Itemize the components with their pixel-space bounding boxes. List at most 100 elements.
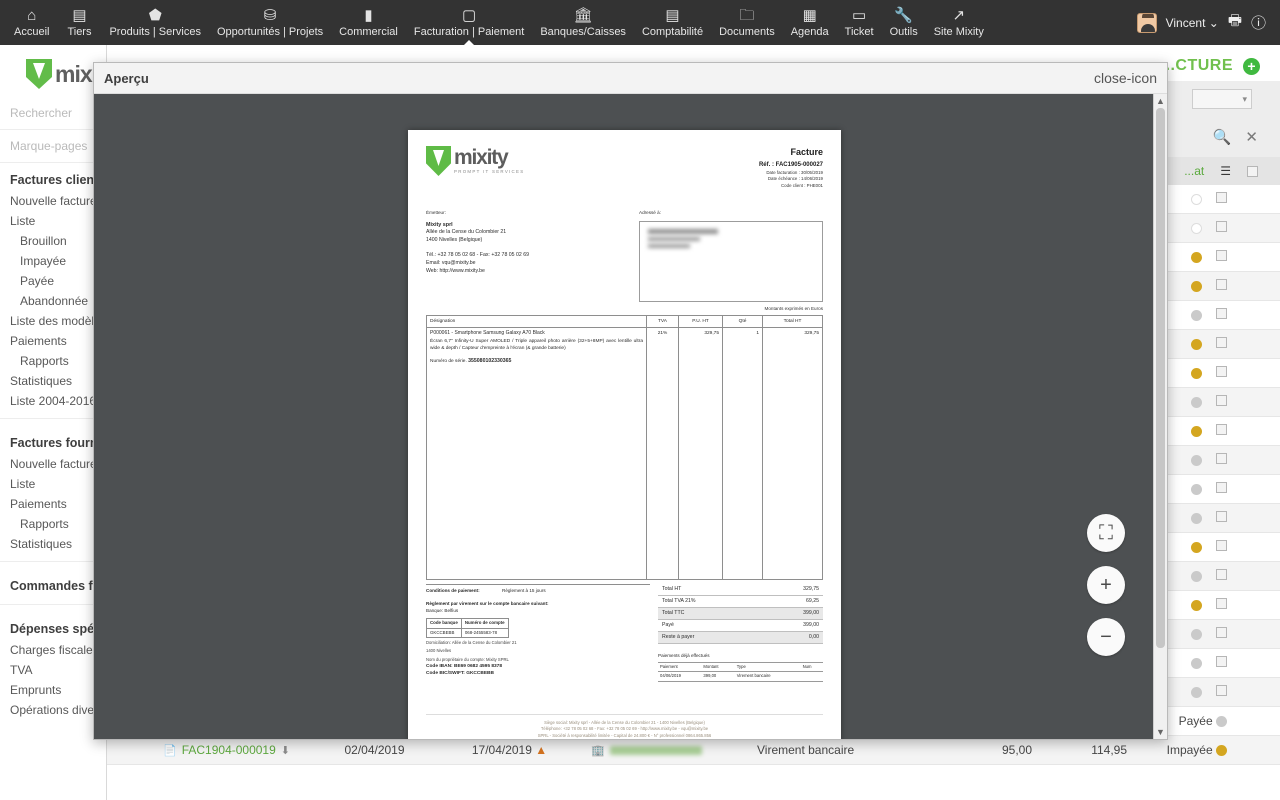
serial-label: Numéro de série.	[430, 359, 467, 364]
invoice-totals-block: Total HT329,75Total TVA 21%69,25Total TT…	[658, 584, 823, 681]
footer-line-1: Siège social: Mixity sprl - Allée de la …	[426, 720, 823, 727]
invoice-footer: Siège social: Mixity sprl - Allée de la …	[426, 714, 823, 739]
modal-title: Aperçu	[104, 71, 149, 86]
bank-domiciliation: Domiciliation: Allée de la Cense du Colo…	[426, 640, 650, 646]
invoice-date: Date facturation : 30/05/2019	[759, 170, 823, 177]
invoice-icon: ▢	[462, 8, 476, 23]
emitter-web: Web: http://www.mixity.be	[426, 268, 606, 276]
top-navigation-bar: ⌂Accueil ▤ Tiers ⬟Produits | Services⛁Oppor…	[0, 0, 1280, 45]
scrollbar-thumb[interactable]	[1156, 108, 1165, 648]
scroll-down-arrow[interactable]: ▼	[1156, 725, 1165, 739]
col-pu-ht: P.U. HT	[679, 316, 723, 328]
nav-item-label: Facturation | Paiement	[414, 26, 524, 38]
total-value: 399,00	[763, 620, 823, 632]
printer-icon[interactable]: 🖶	[1228, 10, 1242, 35]
scroll-up-arrow[interactable]: ▲	[1156, 94, 1165, 108]
total-label: Total TTC	[658, 608, 763, 620]
calendar-icon: ▦	[803, 8, 817, 23]
redacted-line	[648, 229, 718, 234]
total-label: Payé	[658, 620, 763, 632]
nav-item-facturation-paiement[interactable]: ▢ Facturation | Paiement	[406, 0, 532, 45]
help-icon[interactable]: ⓘ	[1251, 12, 1266, 33]
nav-item-produits-services[interactable]: ⬟Produits | Services	[101, 0, 209, 45]
invoice-reference: Réf. : FAC1905-000027	[759, 161, 823, 170]
emitter-address-line2: 1400 Nivelles (Belgique)	[426, 237, 606, 245]
avatar	[1137, 13, 1157, 33]
payments-table: PaiementMontantTypeNum 04/06/2019399,00V…	[658, 662, 823, 682]
footer-line-2: Téléphone: +32 78 05 02 68 - Fax: +32 78…	[426, 726, 823, 733]
nav-item-label: Commercial	[339, 26, 398, 38]
invoice-meta: Facture Réf. : FAC1905-000027 Date factu…	[759, 146, 823, 189]
line-item-serial: Numéro de série. 355080102330365	[430, 358, 643, 366]
line-item-qte: 1	[723, 328, 763, 580]
invoice-due-date: Date échéance : 14/06/2019	[759, 176, 823, 183]
nav-item-label: Site Mixity	[934, 26, 984, 38]
payment-num	[801, 672, 823, 681]
bank-iban: Code IBAN: BE69 0682 4595 8378	[426, 663, 650, 670]
invoice-client-code: Code client : PHE001	[759, 183, 823, 190]
total-value: 0,00	[763, 632, 823, 644]
nav-item-documents[interactable]: 🗀 Documents	[711, 0, 783, 45]
user-menu[interactable]: Vincent ⌄	[1166, 16, 1219, 30]
nav-item-comptabilit[interactable]: ▤Comptabilité	[634, 0, 711, 45]
total-row: Payé399,00	[658, 620, 823, 632]
nav-item-opportunit-s-projets[interactable]: ⛁Opportunités | Projets	[209, 0, 331, 45]
total-row: Total TTC399,00	[658, 608, 823, 620]
bank-bic: Code BIC/SWIFT: GKCCBEBB	[426, 670, 650, 677]
zoom-out-button[interactable]: −	[1087, 618, 1125, 656]
line-item-title: P000061 - Smartphone Samsung Galaxy A70 …	[430, 330, 643, 338]
line-item-row: P000061 - Smartphone Samsung Galaxy A70 …	[427, 328, 823, 580]
nav-item-banques-caisses[interactable]: 🏛Banques/Caisses	[532, 0, 634, 45]
invoice-document: mixity PROMPT IT SERVICES Facture Réf. :…	[408, 130, 841, 739]
bank-code-header: Code banque	[427, 618, 462, 628]
payment-conditions-block: Conditions de paiement: Règlement à 15 j…	[426, 584, 650, 681]
nav-item-label: Documents	[719, 26, 775, 38]
nav-item-site-mixity[interactable]: ↗Site Mixity	[926, 0, 992, 45]
viewer-zoom-tools: ⛶ + −	[1087, 514, 1125, 656]
line-item-tva: 21%	[647, 328, 679, 580]
building-icon: ▤	[72, 8, 86, 23]
payment-date: 04/06/2019	[658, 672, 701, 681]
emitter-name: Mixity sprl	[426, 221, 606, 229]
currency-note: Montants exprimés en Euros	[639, 306, 823, 313]
invoice-addressee: Adressé à: Montants exprimés en Euros	[639, 210, 823, 313]
payment-col-header: Num	[801, 663, 823, 672]
payment-col-header: Type	[735, 663, 801, 672]
serial-value: 355080102330365	[468, 358, 511, 364]
bank-domiciliation-city: 1400 Nivelles	[426, 648, 650, 654]
line-item-total-ht: 329,75	[763, 328, 823, 580]
invoice-parties: Émetteur: Mixity sprl Allée de la Cense …	[426, 210, 823, 313]
nav-item-label: Outils	[890, 26, 918, 38]
preview-modal: Aperçu close-icon mixity PROMPT IT SERVI…	[93, 62, 1168, 740]
total-value: 399,00	[763, 608, 823, 620]
nav-item-ticket[interactable]: ▭Ticket	[837, 0, 882, 45]
total-row: Total HT329,75	[658, 584, 823, 595]
footer-line-3: SPRL - Société à responsabilité limitée …	[426, 733, 823, 739]
user-name: Vincent	[1166, 16, 1206, 30]
nav-item-agenda[interactable]: ▦ Agenda	[783, 0, 837, 45]
total-label: Reste à payer	[658, 632, 763, 644]
nav-item-tiers[interactable]: ▤ Tiers	[57, 0, 101, 45]
viewer-scrollbar[interactable]: ▲ ▼	[1153, 94, 1167, 739]
payment-type: Virement bancaire	[735, 672, 801, 681]
wrench-icon: 🔧	[894, 8, 913, 23]
box-icon: ⬟	[149, 8, 162, 23]
nav-item-label: Ticket	[845, 26, 874, 38]
close-icon[interactable]: close-icon	[1094, 70, 1157, 86]
total-label: Total HT	[658, 584, 763, 595]
nav-item-label: Tiers	[67, 26, 91, 38]
nav-item-outils[interactable]: 🔧 Outils	[882, 0, 926, 45]
nav-item-accueil[interactable]: ⌂Accueil	[6, 0, 57, 45]
zoom-in-button[interactable]: +	[1087, 566, 1125, 604]
bank-details-table: Code banque Numéro de compte GKCCBEBB 06…	[426, 618, 509, 638]
fit-screen-button[interactable]: ⛶	[1087, 514, 1125, 552]
nav-item-label: Comptabilité	[642, 26, 703, 38]
invoice-footer-split: Conditions de paiement: Règlement à 15 j…	[426, 584, 823, 681]
nav-item-commercial[interactable]: ▮Commercial	[331, 0, 406, 45]
chevron-down-icon: ⌄	[1209, 16, 1219, 30]
conditions-value: Règlement à 15 jours	[502, 588, 546, 595]
pdf-viewer: mixity PROMPT IT SERVICES Facture Réf. :…	[94, 94, 1167, 739]
col-total-ht: Total HT	[763, 316, 823, 328]
nav-item-label: Agenda	[791, 26, 829, 38]
folder-icon: 🗀	[739, 8, 754, 23]
